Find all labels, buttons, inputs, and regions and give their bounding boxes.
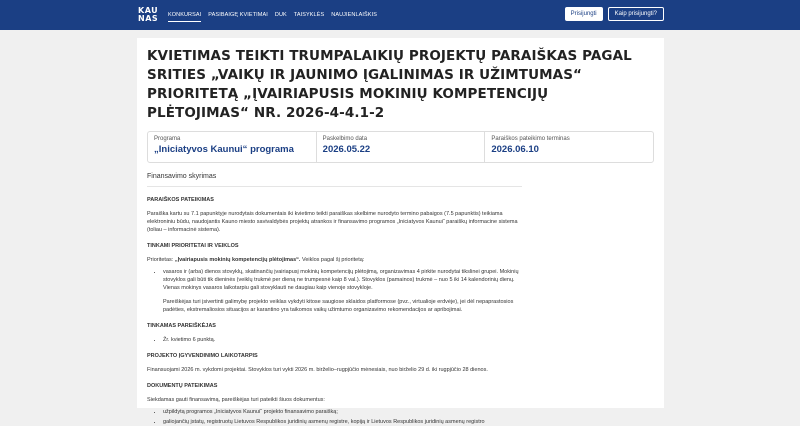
applicant-list: Žr. kvietimo 6 punktą. [147, 336, 522, 344]
program-value: „Iniciatyvos Kaunui“ programa [154, 144, 294, 155]
deadline-value: 2026.06.10 [491, 144, 539, 155]
section-heading-applicant: TINKAMAS PAREIŠKĖJAS [147, 323, 216, 329]
call-content: PARAIŠKOS PATEIKIMAS Paraiška kartu su 7… [147, 196, 522, 426]
section-heading-priorities: TINKAMI PRIORITETAI IR VEIKLOS [147, 243, 239, 249]
program-label: Programa [154, 136, 181, 142]
section-heading-period: PROJEKTO ĮGYVENDINIMO LAIKOTARPIS [147, 353, 258, 359]
nav-naujienlaiskis[interactable]: NAUJIENLAIŠKIS [331, 9, 377, 21]
documents-list: užpildytą programos „Iniciatyvos Kaunui“… [147, 408, 522, 426]
auth-buttons: Prisijungti Kaip prisijungti? [564, 7, 664, 21]
published-value: 2026.05.22 [322, 144, 371, 155]
deadline-label: Paraiškos pateikimo terminas [491, 136, 570, 142]
how-to-login-button[interactable]: Kaip prisijungti? [607, 7, 664, 21]
main-nav: KONKURSAI PASIBAIGĘ KVIETIMAI DUK TAISYK… [168, 9, 377, 22]
published-cell: Paskelbimo data 2026.05.22 [315, 132, 485, 162]
published-label: Paskelbimo data [322, 136, 368, 142]
list-item: galiojančių įstatų, registruotų Lietuvos… [163, 418, 522, 426]
priority-suffix: Veiklos pagal šį prioritetą: [300, 257, 365, 263]
documents-intro: Siekdamas gauti finansavimą, pareiškėjas… [147, 397, 325, 403]
nav-konkursai[interactable]: KONKURSAI [168, 9, 202, 22]
application-text: Paraiška kartu su 7.1 papunktyje nurodyt… [147, 211, 518, 233]
kaunas-logo[interactable]: KAU NAS [138, 7, 158, 23]
nav-pasibaige-kvietimai[interactable]: PASIBAIGĘ KVIETIMAI [208, 9, 268, 21]
top-navbar: KAU NAS KONKURSAI PASIBAIGĘ KVIETIMAI DU… [0, 0, 800, 30]
nav-taisykles[interactable]: TAISYKLĖS [294, 9, 324, 21]
call-info-row: Programa „Iniciatyvos Kaunui“ programa P… [147, 131, 654, 163]
program-cell: Programa „Iniciatyvos Kaunui“ programa [148, 132, 316, 162]
call-title: KVIETIMAS TEIKTI TRUMPALAIKIŲ PROJEKTŲ P… [147, 48, 632, 121]
list-item: Žr. kvietimo 6 punktą. [163, 336, 522, 344]
login-button[interactable]: Prisijungti [564, 7, 603, 21]
activities-list: vasaros ir (arba) dienos stovyklų, skati… [147, 268, 522, 292]
nav-duk[interactable]: DUK [275, 9, 287, 21]
logo-line-2: NAS [138, 14, 159, 23]
priority-name: „Įvairiapusis mokinių kompetencijų plėto… [174, 257, 301, 263]
section-heading-application: PARAIŠKOS PATEIKIMAS [147, 197, 214, 203]
call-card: KVIETIMAS TEIKTI TRUMPALAIKIŲ PROJEKTŲ P… [137, 38, 664, 425]
alternative-platforms-text: Pareiškėjas turi įsivertinti galimybę pr… [163, 299, 514, 313]
deadline-cell: Paraiškos pateikimo terminas 2026.06.10 [484, 132, 653, 162]
tab-finansavimo-skyrimas[interactable]: Finansavimo skyrimas [147, 173, 522, 187]
list-item: vasaros ir (arba) dienos stovyklų, skati… [163, 268, 522, 292]
priority-prefix: Prioritetas: [147, 257, 175, 263]
period-text: Finansuojami 2026 m. vykdomi projektai. … [147, 367, 488, 373]
list-item: užpildytą programos „Iniciatyvos Kaunui“… [163, 408, 522, 416]
priority-text: Prioritetas: „Įvairiapusis mokinių kompe… [147, 256, 522, 264]
section-heading-documents: DOKUMENTŲ PATEIKIMAS [147, 383, 218, 389]
